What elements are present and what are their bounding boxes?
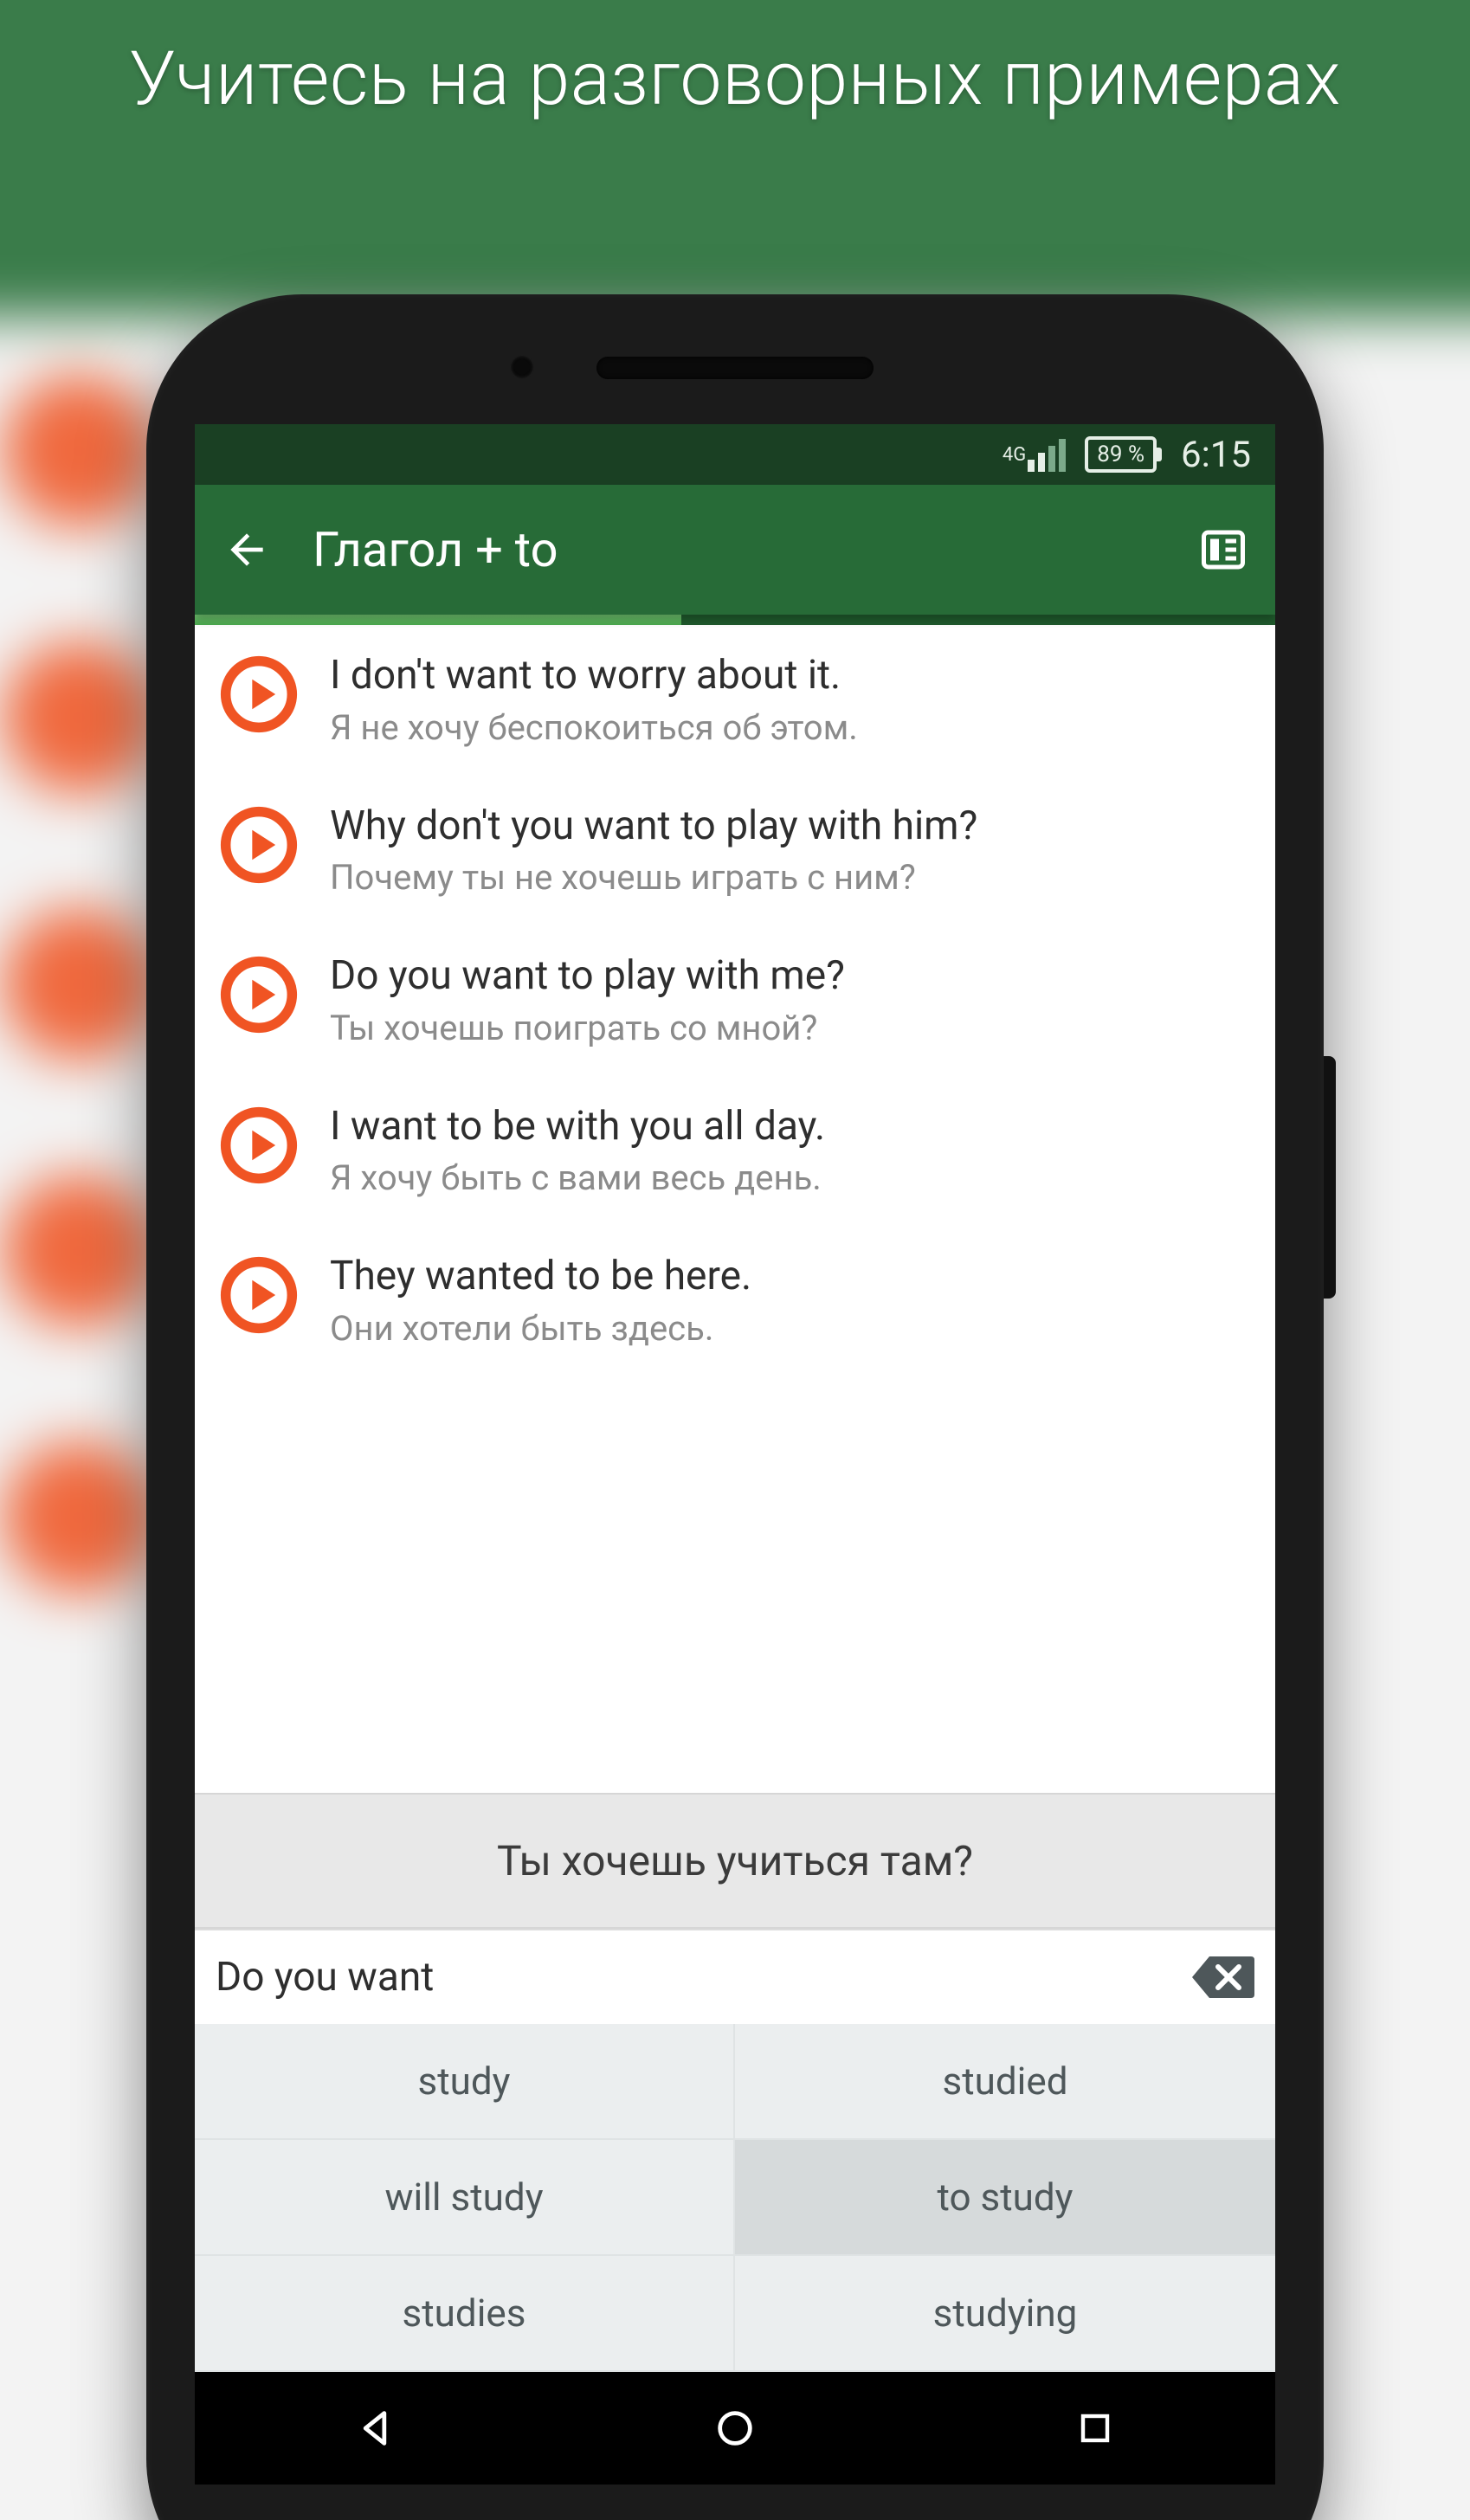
play-audio-button[interactable] xyxy=(219,1105,299,1185)
sentence-english: Do you want to play with me? xyxy=(330,951,1244,1002)
play-audio-button[interactable] xyxy=(219,654,299,734)
play-icon xyxy=(219,1255,299,1335)
nav-recent-button[interactable] xyxy=(1065,2398,1125,2459)
sentence-row: Why don't you want to play with him?Поче… xyxy=(195,776,1275,926)
signal-icon xyxy=(1028,437,1066,472)
lesson-progress-fill xyxy=(195,615,681,625)
word-option[interactable]: will study xyxy=(195,2140,735,2256)
sentence-list: I don't want to worry about it. Я не хочу… xyxy=(195,625,1275,1793)
sentence-english: Why don't you want to play with him? xyxy=(330,802,1244,852)
circle-home-icon xyxy=(712,2406,758,2451)
word-option[interactable]: studying xyxy=(735,2256,1275,2372)
signal-indicator: 4G xyxy=(1003,437,1066,472)
sentence-russian: Я не хочу беспокоиться об этом. xyxy=(330,706,1244,750)
sentence-english: They wanted to be here. xyxy=(330,1252,1244,1302)
clock-label: 6:15 xyxy=(1181,434,1251,476)
word-options: studystudiedwill studyto studystudiesstu… xyxy=(195,2024,1275,2372)
sentence-english: I want to be with you all day. xyxy=(330,1102,1244,1152)
play-audio-button[interactable] xyxy=(219,955,299,1034)
sentence-russian: Они хотели быть здесь. xyxy=(330,1307,1244,1350)
play-audio-button[interactable] xyxy=(219,1255,299,1335)
play-icon xyxy=(219,1105,299,1185)
nav-home-button[interactable] xyxy=(705,2398,765,2459)
promo-headline: Учитесь на разговорных примерах xyxy=(0,35,1470,122)
sentence-row: I don't want to worry about it. Я не хочу… xyxy=(195,625,1275,776)
reading-mode-button[interactable] xyxy=(1192,519,1254,581)
appbar-title: Глагол + to xyxy=(313,521,1157,578)
word-option[interactable]: to study xyxy=(735,2140,1275,2256)
status-bar: 4G 89 % 6:15 xyxy=(195,424,1275,485)
sentence-russian: Ты хочешь поиграть со мной? xyxy=(330,1007,1244,1050)
battery-indicator: 89 % xyxy=(1085,436,1157,473)
sentence-english: I don't want to worry about it. xyxy=(330,651,1244,701)
answer-input-row: Do you want xyxy=(195,1929,1275,2024)
app-bar: Глагол + to xyxy=(195,485,1275,615)
triangle-back-icon xyxy=(352,2406,397,2451)
sentence-russian: Почему ты не хочешь играть с ним? xyxy=(330,856,1244,899)
answer-input[interactable]: Do you want xyxy=(216,1954,1171,2001)
sentence-row: Do you want to play with me? Ты хочешь по… xyxy=(195,925,1275,1076)
backspace-icon xyxy=(1189,1953,1254,2001)
phone-side-button xyxy=(1324,1056,1336,1299)
play-audio-button[interactable] xyxy=(219,805,299,885)
square-recent-icon xyxy=(1074,2407,1116,2449)
backspace-button[interactable] xyxy=(1189,1953,1254,2001)
back-button[interactable] xyxy=(216,519,278,581)
sentence-row: I want to be with you all day. Я хочу быт… xyxy=(195,1076,1275,1227)
play-icon xyxy=(219,955,299,1034)
word-option[interactable]: studies xyxy=(195,2256,735,2372)
translation-prompt: Ты хочешь учиться там? xyxy=(195,1793,1275,1929)
nav-back-button[interactable] xyxy=(345,2398,405,2459)
arrow-left-icon xyxy=(222,525,271,574)
android-nav-bar xyxy=(195,2372,1275,2485)
network-type-label: 4G xyxy=(1003,444,1026,466)
sentence-russian: Я хочу быть с вами весь день. xyxy=(330,1157,1244,1200)
phone-frame: 4G 89 % 6:15 Глагол + to xyxy=(146,294,1324,2520)
sentence-row: They wanted to be here. Они хотели быть з… xyxy=(195,1226,1275,1376)
phone-screen: 4G 89 % 6:15 Глагол + to xyxy=(195,424,1275,2485)
lesson-progress xyxy=(195,615,1275,625)
word-option[interactable]: studied xyxy=(735,2024,1275,2140)
play-icon xyxy=(219,654,299,734)
play-icon xyxy=(219,805,299,885)
reader-icon xyxy=(1197,524,1249,576)
word-option[interactable]: study xyxy=(195,2024,735,2140)
